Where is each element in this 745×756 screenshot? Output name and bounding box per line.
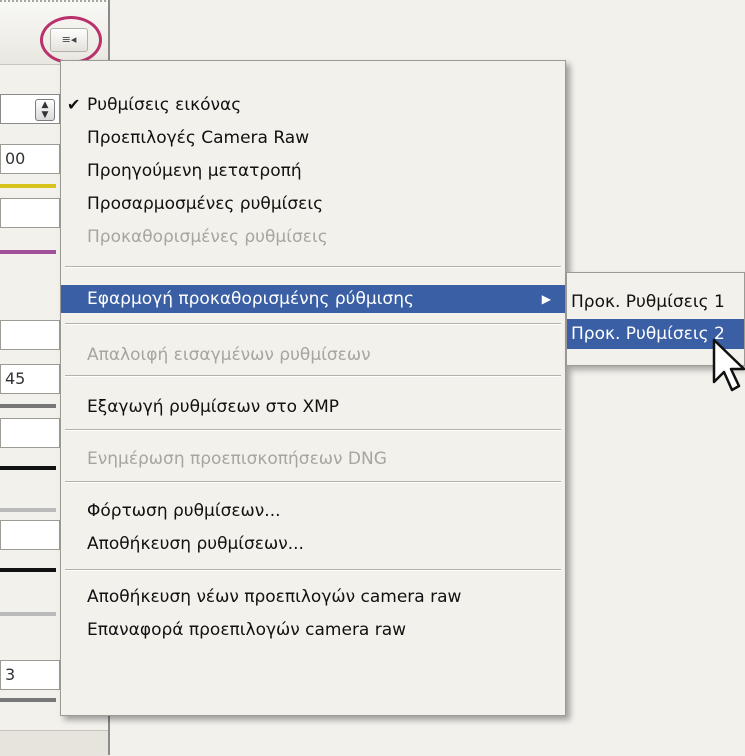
menu-separator	[65, 481, 561, 483]
menu-item-camera-raw-defaults[interactable]: Προεπιλογές Camera Raw	[61, 124, 565, 152]
submenu-item-label: Προκ. Ρυθμίσεις 2	[571, 324, 725, 344]
value-field[interactable]: 3	[0, 660, 60, 690]
menu-item-label: Επαναφορά προεπιλογών camera raw	[87, 620, 407, 640]
menu-item-label: Εφαρμογή προκαθορισμένης ρύθμισης	[87, 289, 414, 309]
menu-item-export-settings-xmp[interactable]: Εξαγωγή ρυθμίσεων στο XMP	[61, 393, 565, 421]
menu-separator	[65, 323, 561, 325]
value-field[interactable]	[0, 520, 60, 550]
slider-track[interactable]	[0, 404, 56, 408]
submenu-item-preset-1[interactable]: Προκ. Ρυθμίσεις 1	[567, 287, 744, 317]
menu-item-label: Προηγούμενη μετατροπή	[87, 161, 302, 181]
value-field[interactable]	[0, 320, 60, 350]
panel-border-dots	[0, 0, 110, 8]
value-field[interactable]	[0, 198, 60, 228]
slider-track[interactable]	[0, 466, 56, 470]
menu-item-label: Προεπιλογές Camera Raw	[87, 128, 310, 148]
menu-item-previous-conversion[interactable]: Προηγούμενη μετατροπή	[61, 157, 565, 185]
menu-item-label: Φόρτωση ρυθμίσεων...	[87, 501, 281, 521]
menu-item-update-dng-previews: Ενημέρωση προεπισκοπήσεων DNG	[61, 445, 565, 473]
menu-item-label: Προκαθορισμένες ρυθμίσεις	[87, 227, 328, 247]
menu-separator	[65, 266, 561, 268]
annotation-highlight-ring	[40, 16, 102, 64]
menu-item-load-settings[interactable]: Φόρτωση ρυθμίσεων...	[61, 497, 565, 525]
slider-track[interactable]	[0, 250, 56, 254]
menu-item-clear-imported-settings: Απαλοιφή εισαγμένων ρυθμίσεων	[61, 341, 565, 369]
value-field-text: 00	[5, 149, 26, 168]
menu-separator	[65, 375, 561, 377]
settings-context-menu: ✔ Ρυθμίσεις εικόνας Προεπιλογές Camera R…	[60, 60, 566, 716]
menu-separator	[65, 429, 561, 431]
checkmark-icon: ✔	[67, 95, 81, 114]
menu-item-apply-preset[interactable]: Εφαρμογή προκαθορισμένης ρύθμισης ▶	[61, 285, 565, 313]
mouse-pointer-icon	[712, 338, 745, 392]
submenu-arrow-icon: ▶	[541, 292, 551, 306]
menu-item-save-settings[interactable]: Αποθήκευση ρυθμίσεων...	[61, 530, 565, 558]
menu-item-label: Εξαγωγή ρυθμίσεων στο XMP	[87, 397, 340, 417]
value-field-text: 45	[5, 369, 26, 388]
menu-item-image-settings[interactable]: ✔ Ρυθμίσεις εικόνας	[61, 91, 565, 119]
slider-track[interactable]	[0, 184, 56, 188]
slider-track[interactable]	[0, 568, 56, 572]
preset-select[interactable]: ▲ ▼	[0, 94, 60, 124]
value-field[interactable]: 00	[0, 144, 60, 174]
menu-item-label: Προσαρμοσμένες ρυθμίσεις	[87, 194, 324, 214]
slider-track[interactable]	[0, 698, 56, 702]
value-field[interactable]: 45	[0, 364, 60, 394]
value-field[interactable]	[0, 418, 60, 448]
menu-item-save-camera-raw-defaults[interactable]: Αποθήκευση νέων προεπιλογών camera raw	[61, 583, 565, 611]
menu-item-label: Απαλοιφή εισαγμένων ρυθμίσεων	[87, 345, 371, 365]
menu-item-preset-settings: Προκαθορισμένες ρυθμίσεις	[61, 223, 565, 251]
panel-footer	[0, 730, 108, 756]
spin-arrows-icon[interactable]: ▲ ▼	[35, 99, 55, 121]
menu-item-label: Αποθήκευση νέων προεπιλογών camera raw	[87, 587, 462, 607]
submenu-item-label: Προκ. Ρυθμίσεις 1	[571, 292, 725, 312]
menu-item-label: Αποθήκευση ρυθμίσεων...	[87, 534, 304, 554]
menu-item-label: Ενημέρωση προεπισκοπήσεων DNG	[87, 449, 387, 469]
value-field-text: 3	[5, 665, 16, 684]
menu-item-custom-settings[interactable]: Προσαρμοσμένες ρυθμίσεις	[61, 190, 565, 218]
slider-track[interactable]	[0, 612, 56, 616]
menu-separator	[65, 569, 561, 571]
slider-track[interactable]	[0, 508, 56, 512]
menu-item-label: Ρυθμίσεις εικόνας	[87, 95, 242, 115]
menu-item-reset-camera-raw-defaults[interactable]: Επαναφορά προεπιλογών camera raw	[61, 616, 565, 644]
